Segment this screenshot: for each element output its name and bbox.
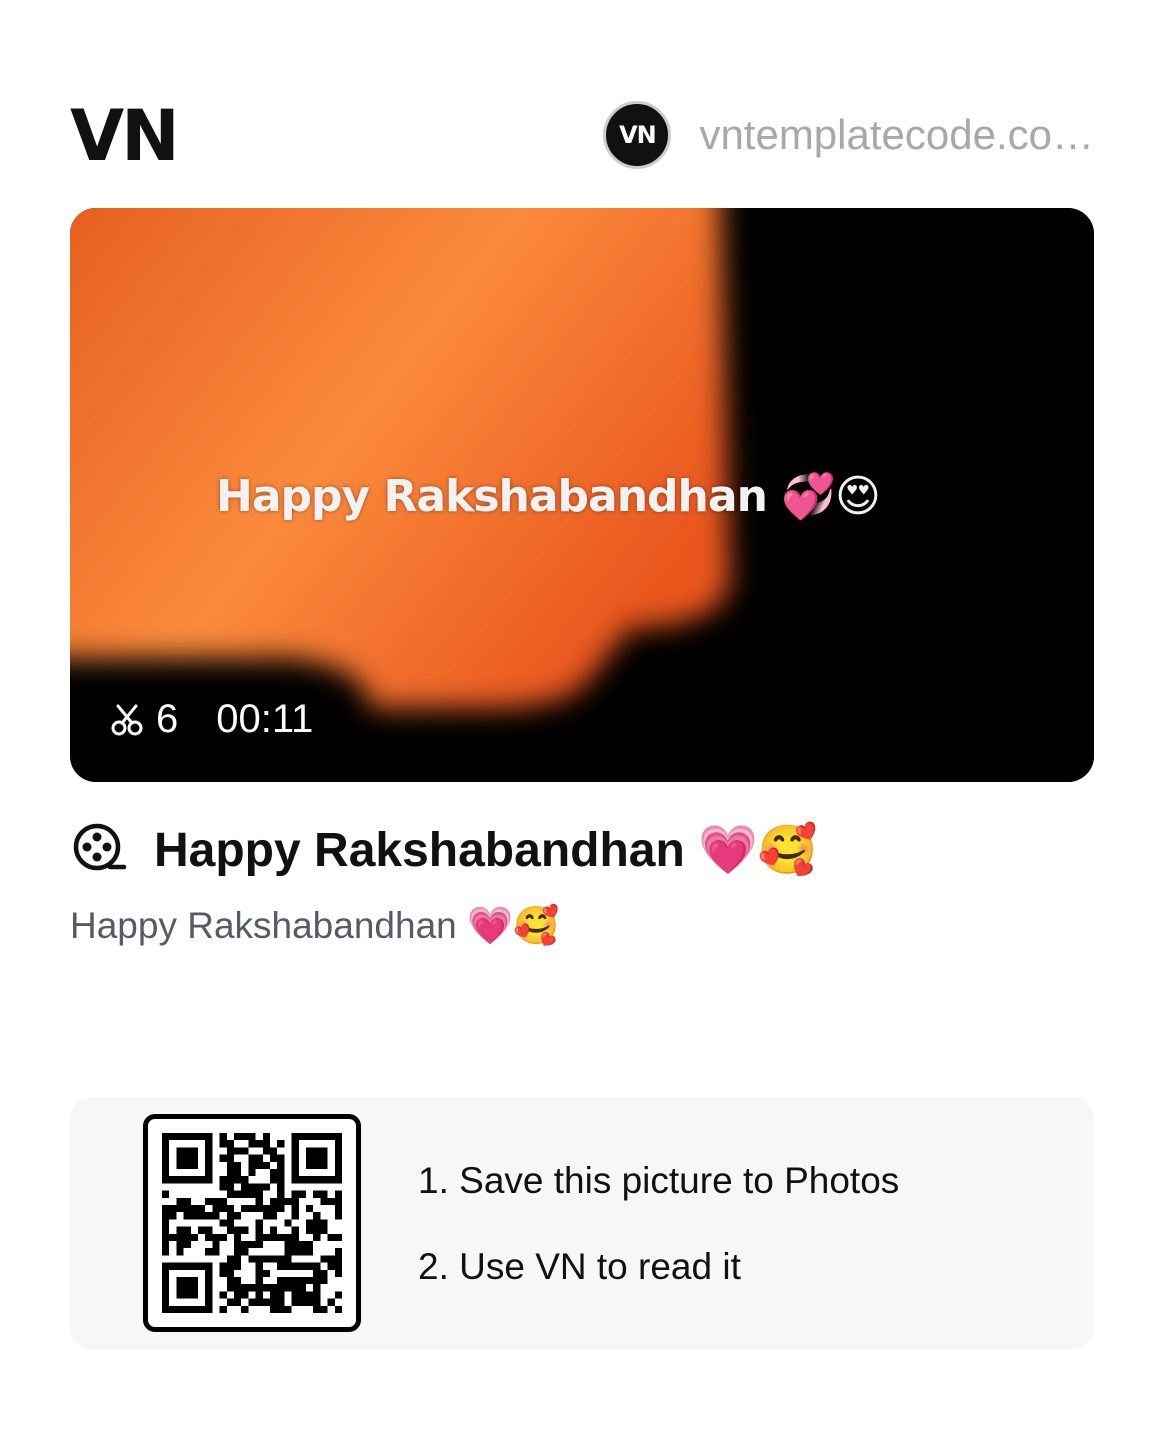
author-name[interactable]: vntemplatecode.co… [699, 111, 1094, 159]
clip-count: 6 [156, 697, 179, 741]
qr-instructions: 1. Save this picture to Photos 2. Use VN… [418, 1159, 899, 1289]
template-title: Happy Rakshabandhan 💗🥰 [154, 823, 818, 877]
video-caption: Happy Rakshabandhan 💞😍 [216, 471, 881, 522]
author-avatar[interactable]: VN [603, 101, 672, 169]
video-preview[interactable]: Happy Rakshabandhan 💞😍 6 00:11 [70, 208, 1094, 782]
qr-code-image [162, 1133, 342, 1313]
scissors-icon [111, 704, 143, 735]
video-meta: 6 00:11 [110, 697, 313, 742]
template-title-row: Happy Rakshabandhan 💗🥰 [70, 820, 818, 878]
vn-logo: VN [70, 95, 180, 177]
instruction-step-1: 1. Save this picture to Photos [418, 1160, 900, 1201]
header: VN VN vntemplatecode.co… [70, 95, 1094, 175]
template-description: Happy Rakshabandhan 💗🥰 [70, 905, 560, 946]
film-reel-icon [73, 823, 127, 871]
instruction-step-2: 2. Use VN to read it [418, 1246, 741, 1287]
qr-card: 1. Save this picture to Photos 2. Use VN… [70, 1097, 1094, 1349]
qr-code [143, 1114, 361, 1332]
author-link[interactable]: VN vntemplatecode.co… [603, 98, 1094, 172]
video-duration: 00:11 [216, 697, 314, 741]
